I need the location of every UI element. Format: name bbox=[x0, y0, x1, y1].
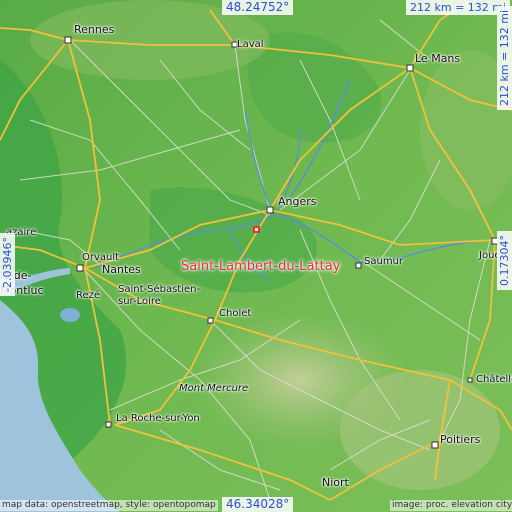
place-marker[interactable] bbox=[253, 226, 260, 233]
city-label-nantes[interactable]: Nantes bbox=[102, 264, 141, 276]
city-label-niort[interactable]: Niort bbox=[322, 477, 349, 489]
coord-east: 0.17304° bbox=[497, 231, 512, 290]
city-label-mont-mercure[interactable]: Mont Mercure bbox=[179, 383, 248, 395]
scale-horizontal: 212 km = 132 mi bbox=[406, 0, 511, 15]
hills-south bbox=[340, 370, 500, 490]
terrain-layer bbox=[0, 0, 512, 512]
coord-north: 48.24752° bbox=[222, 0, 294, 15]
city-label-poitiers[interactable]: Poitiers bbox=[440, 434, 480, 446]
city-label-angers[interactable]: Angers bbox=[278, 196, 317, 208]
place-label[interactable]: Saint-Lambert-du-Lattay bbox=[181, 260, 340, 274]
coord-west: -2.03946° bbox=[0, 233, 15, 296]
city-label-le-mans[interactable]: Le Mans bbox=[415, 53, 460, 65]
attribution-right[interactable]: image: proc. elevation city bbox=[390, 500, 512, 511]
coord-south: 46.34028° bbox=[222, 497, 294, 512]
scale-vertical: 212 km = 132 mi bbox=[497, 5, 512, 110]
city-label-chatelle[interactable]: Châtelle bbox=[476, 374, 512, 386]
city-label-sur-loire[interactable]: sur-Loire bbox=[118, 296, 161, 308]
city-label-reze[interactable]: Rezé bbox=[76, 290, 100, 302]
city-label-la-roche-sur-yon[interactable]: La Roche-sur-Yon bbox=[116, 413, 200, 425]
city-label-laval[interactable]: Laval bbox=[237, 39, 264, 51]
attribution-left[interactable]: map data: openstreetmap, style: opentopo… bbox=[0, 500, 218, 511]
map-canvas[interactable]: Rennes Laval Le Mans Angers Saumur Joué-… bbox=[0, 0, 512, 512]
city-label-saint-sebastien[interactable]: Saint-Sébastien- bbox=[118, 284, 200, 296]
city-label-saumur[interactable]: Saumur bbox=[364, 256, 403, 268]
lake-grandlieu bbox=[60, 308, 80, 322]
city-label-rennes[interactable]: Rennes bbox=[74, 24, 114, 36]
city-label-cholet[interactable]: Cholet bbox=[219, 308, 251, 320]
